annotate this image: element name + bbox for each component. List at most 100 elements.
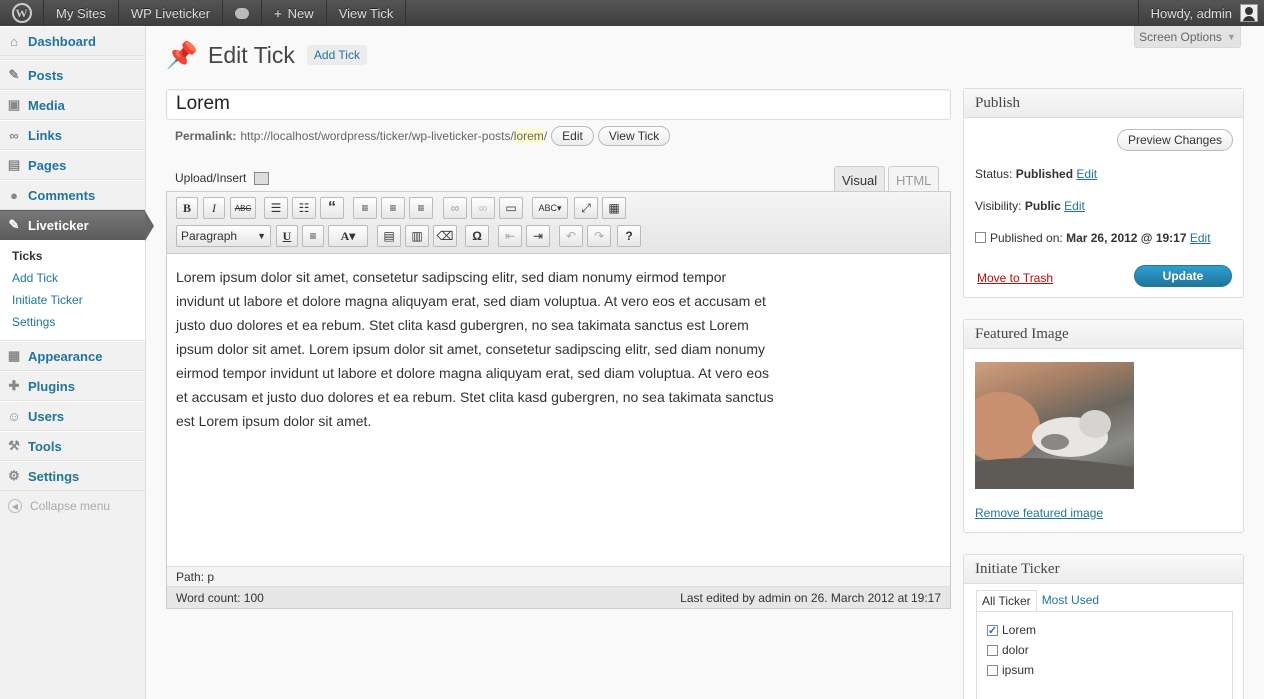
underline-icon[interactable]: U (276, 225, 298, 247)
screen-options-label: Screen Options (1139, 29, 1222, 44)
submenu-ticks[interactable]: Ticks (0, 246, 145, 268)
menu-appearance[interactable]: ▦ Appearance (0, 341, 145, 371)
align-left-icon[interactable]: ≡ (353, 197, 377, 219)
visibility-row: Visibility: Public Edit (975, 199, 1085, 213)
collapse-menu-button[interactable]: ◀ Collapse menu (0, 491, 145, 521)
menu-label: Tools (28, 438, 62, 454)
permalink-slug[interactable]: lorem (513, 129, 544, 143)
help-icon[interactable]: ? (617, 225, 641, 247)
edit-status-link[interactable]: Edit (1076, 167, 1097, 181)
menu-links[interactable]: ∞ Links (0, 120, 145, 150)
admin-sidebar: ⌂ Dashboard ✎ Posts ▣ Media ∞ Links ▤ Pages ●… (0, 26, 154, 699)
new-content-menu[interactable]: + New (262, 0, 327, 26)
edit-date-link[interactable]: Edit (1190, 231, 1211, 245)
numbered-list-icon[interactable]: ☷ (292, 197, 316, 219)
insert-link-icon[interactable]: ∞ (443, 197, 467, 219)
initiate-ticker-title[interactable]: Initiate Ticker (964, 555, 1243, 584)
tab-all-ticker[interactable]: All Ticker (976, 590, 1037, 611)
view-tick-button[interactable]: View Tick (597, 126, 671, 146)
menu-comments[interactable]: ● Comments (0, 180, 145, 210)
menu-label: Appearance (28, 348, 103, 364)
redo-icon[interactable]: ↷ (587, 225, 611, 247)
update-button[interactable]: Update (1134, 265, 1232, 287)
menu-label: Comments (28, 187, 96, 203)
blockquote-icon[interactable]: “ (320, 197, 344, 219)
checkbox[interactable] (987, 644, 998, 656)
editor-body[interactable]: Lorem ipsum dolor sit amet, consetetur s… (176, 265, 776, 433)
preview-changes-button[interactable]: Preview Changes (1116, 129, 1233, 151)
list-item[interactable]: ipsum (987, 660, 1222, 680)
bullet-list-icon[interactable]: ☰ (264, 197, 288, 219)
text-color-icon[interactable]: A▾ (328, 225, 368, 247)
paste-word-icon[interactable]: ▥ (405, 225, 429, 247)
remove-format-icon[interactable]: ⌫ (433, 225, 457, 247)
view-tick-link[interactable]: View Tick (327, 0, 407, 26)
appearance-icon: ▦ (7, 348, 21, 363)
edit-visibility-link[interactable]: Edit (1064, 199, 1085, 213)
outdent-icon[interactable]: ⇤ (498, 225, 522, 247)
featured-image-thumbnail[interactable] (975, 362, 1134, 489)
menu-dashboard[interactable]: ⌂ Dashboard (0, 26, 145, 56)
paste-text-icon[interactable]: ▤ (377, 225, 401, 247)
submenu-add-tick[interactable]: Add Tick (0, 268, 145, 290)
strikethrough-icon[interactable]: ABC (230, 197, 256, 219)
menu-settings[interactable]: ⚙ Settings (0, 461, 145, 491)
list-item[interactable]: ✓ Lorem (987, 620, 1222, 640)
format-select[interactable]: Paragraph ▼ (176, 225, 271, 247)
comments-icon: ● (10, 187, 18, 203)
remove-featured-image-link[interactable]: Remove featured image (975, 506, 1103, 520)
menu-tools[interactable]: ⚒ Tools (0, 431, 145, 461)
format-value: Paragraph (181, 229, 238, 243)
post-title-input[interactable]: Lorem (166, 89, 951, 120)
edit-permalink-button[interactable]: Edit (551, 126, 594, 146)
align-right-icon[interactable]: ≡ (409, 197, 433, 219)
menu-pages[interactable]: ▤ Pages (0, 150, 145, 180)
menu-media[interactable]: ▣ Media (0, 90, 145, 120)
bold-icon[interactable]: B (176, 197, 198, 219)
kitchen-sink-icon[interactable]: ▦ (602, 197, 626, 219)
unlink-icon[interactable]: ∞ (471, 197, 495, 219)
word-count: Word count: 100 (176, 591, 264, 605)
account-menu[interactable]: Howdy, admin (1137, 0, 1264, 26)
checkbox-checked[interactable]: ✓ (987, 624, 998, 637)
menu-posts[interactable]: ✎ Posts (0, 60, 145, 90)
menu-label: Users (28, 408, 65, 424)
fullscreen-icon[interactable]: ⤢ (574, 197, 598, 219)
italic-icon[interactable]: I (203, 197, 225, 219)
page-title: Edit Tick (208, 41, 295, 68)
initiate-ticker-box: Initiate Ticker All Ticker Most Used ✓ Lo… (963, 554, 1244, 699)
align-center-icon[interactable]: ≡ (381, 197, 405, 219)
my-sites-menu[interactable]: My Sites (44, 0, 119, 26)
content-editor: B I ABC ☰ ☷ “ ≡ ≡ ≡ ∞ ∞ ▭ ABC▾ ⤢ ▦ Parag… (166, 191, 951, 609)
submenu-initiate-ticker[interactable]: Initiate Ticker (0, 290, 145, 312)
submenu-settings[interactable]: Settings (0, 312, 145, 334)
menu-plugins[interactable]: ✚ Plugins (0, 371, 145, 401)
editor-status-bar: Word count: 100 Last edited by admin on … (167, 586, 950, 608)
publish-box-title[interactable]: Publish (964, 89, 1243, 118)
justify-icon[interactable]: ≡ (302, 225, 324, 247)
screen-options-button[interactable]: Screen Options ▼ (1134, 26, 1241, 48)
special-character-icon[interactable]: Ω (465, 225, 489, 247)
spellcheck-icon[interactable]: ABC▾ (532, 197, 568, 219)
site-name-menu[interactable]: WP Liveticker (119, 0, 224, 26)
tab-html[interactable]: HTML (888, 166, 940, 192)
undo-icon[interactable]: ↶ (559, 225, 583, 247)
wordpress-logo-button[interactable]: W (0, 0, 44, 26)
checkbox[interactable] (987, 664, 998, 676)
upload-insert[interactable]: Upload/Insert (175, 171, 270, 185)
ticker-tabs: All Ticker Most Used (976, 590, 1104, 611)
tools-icon: ⚒ (8, 438, 20, 453)
media-icon: ▣ (7, 97, 21, 112)
move-to-trash-link[interactable]: Move to Trash (977, 271, 1053, 285)
tab-most-used[interactable]: Most Used (1037, 590, 1104, 611)
menu-liveticker[interactable]: ✎ Liveticker (0, 210, 154, 241)
indent-icon[interactable]: ⇥ (526, 225, 550, 247)
menu-users[interactable]: ☺ Users (0, 401, 145, 431)
insert-more-icon[interactable]: ▭ (499, 197, 523, 219)
add-tick-button[interactable]: Add Tick (306, 45, 367, 65)
featured-image-title[interactable]: Featured Image (964, 320, 1243, 349)
list-item[interactable]: dolor (987, 640, 1222, 660)
tab-visual[interactable]: Visual (834, 166, 886, 192)
add-media-icon[interactable] (254, 171, 270, 185)
comments-menu[interactable] (223, 0, 263, 26)
